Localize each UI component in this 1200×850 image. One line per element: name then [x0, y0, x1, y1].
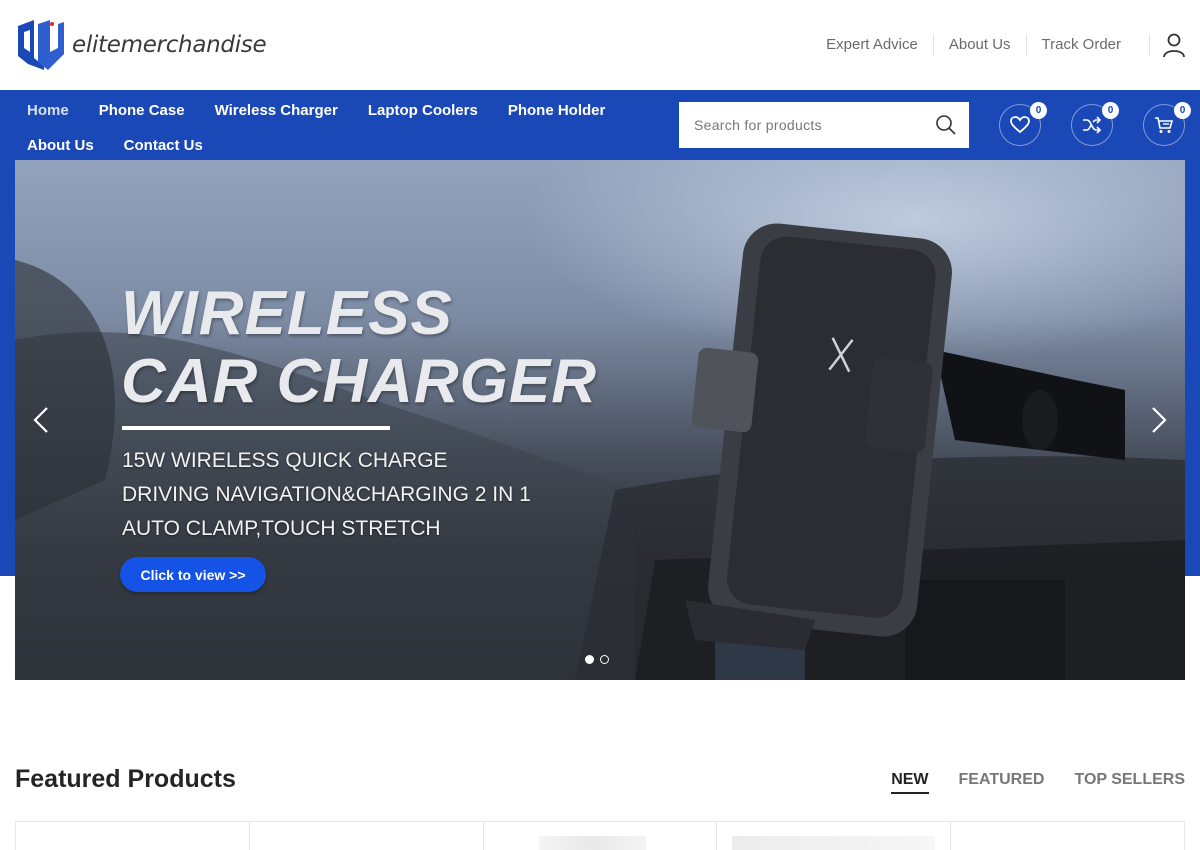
main-nav: Home Phone Case Wireless Charger Laptop … — [27, 90, 647, 160]
product-thumbnail — [538, 836, 647, 850]
nav-item-contact-us[interactable]: Contact Us — [124, 137, 203, 154]
site-logo[interactable]: elitemerchandise — [14, 18, 267, 72]
cart-icon — [1155, 117, 1174, 133]
hero-title-line-1: WIRELESS — [121, 279, 453, 348]
divider — [1149, 34, 1150, 56]
hero-feature: AUTO CLAMP,TOUCH STRETCH — [122, 517, 441, 540]
logo-text: elitemerchandise — [72, 32, 267, 58]
slider-dot-2[interactable] — [600, 655, 609, 664]
charger-mount-image — [685, 223, 1125, 650]
featured-tabs: NEW FEATURED TOP SELLERS — [861, 771, 1185, 794]
hero-slider: WIRELESS CAR CHARGER 15W WIRELESS QUICK … — [15, 160, 1185, 680]
compare-button[interactable]: 0 — [1071, 102, 1119, 146]
heart-icon — [1010, 116, 1030, 134]
compare-count-badge: 0 — [1102, 102, 1119, 119]
search-box — [679, 102, 969, 148]
top-links: Expert Advice About Us Track Order — [811, 34, 1136, 56]
product-card[interactable] — [15, 822, 249, 850]
search-icon[interactable] — [935, 114, 957, 136]
search-input[interactable] — [679, 103, 919, 147]
cart-button[interactable]: 0 — [1143, 102, 1191, 146]
hero-title-line-2: CAR CHARGER — [121, 347, 597, 416]
product-card[interactable] — [248, 822, 483, 850]
shuffle-icon — [1083, 116, 1102, 134]
nav-item-about-us[interactable]: About Us — [27, 137, 94, 154]
hero-underline — [122, 426, 390, 430]
nav-item-laptop-coolers[interactable]: Laptop Coolers — [368, 102, 478, 119]
slider-dot-1[interactable] — [585, 655, 594, 664]
user-account-icon[interactable] — [1162, 32, 1186, 58]
wishlist-button[interactable]: 0 — [999, 102, 1047, 146]
slider-next-arrow-icon[interactable] — [1147, 405, 1171, 435]
top-bar: elitemerchandise Expert Advice About Us … — [0, 0, 1200, 90]
top-link-track-order[interactable]: Track Order — [1025, 34, 1136, 56]
tab-top-sellers[interactable]: TOP SELLERS — [1074, 771, 1185, 794]
nav-item-home[interactable]: Home — [27, 102, 69, 119]
tab-new[interactable]: NEW — [891, 771, 929, 794]
cart-count-badge: 0 — [1174, 102, 1191, 119]
wishlist-count-badge: 0 — [1030, 102, 1047, 119]
slider-dots — [585, 655, 615, 664]
product-thumbnail — [732, 836, 936, 850]
hero-title: WIRELESS CAR CHARGER — [121, 280, 597, 416]
hero-feature-list: 15W WIRELESS QUICK CHARGE DRIVING NAVIGA… — [122, 444, 531, 546]
hero-feature: DRIVING NAVIGATION&CHARGING 2 IN 1 — [122, 483, 531, 506]
logo-mark-icon — [18, 20, 64, 70]
hero-feature: 15W WIRELESS QUICK CHARGE — [122, 449, 448, 472]
product-card[interactable] — [482, 822, 717, 850]
click-to-view-button[interactable]: Click to view >> — [120, 557, 266, 592]
featured-products-title: Featured Products — [15, 765, 236, 793]
nav-item-phone-case[interactable]: Phone Case — [99, 102, 185, 119]
product-grid — [15, 821, 1185, 850]
product-card[interactable] — [716, 822, 950, 850]
top-link-about-us[interactable]: About Us — [932, 34, 1026, 56]
top-link-expert-advice[interactable]: Expert Advice — [811, 34, 933, 56]
product-card[interactable] — [950, 822, 1185, 850]
nav-item-wireless-charger[interactable]: Wireless Charger — [215, 102, 338, 119]
tab-featured[interactable]: FEATURED — [959, 771, 1045, 794]
nav-item-phone-holder[interactable]: Phone Holder — [508, 102, 606, 119]
slider-prev-arrow-icon[interactable] — [29, 405, 53, 435]
